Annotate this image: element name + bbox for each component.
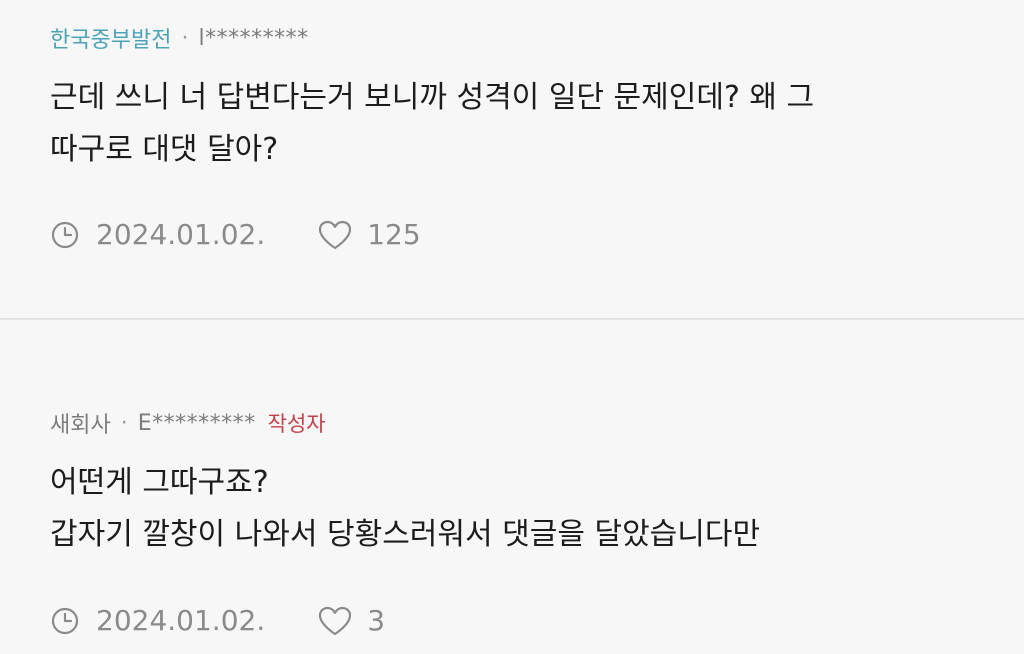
- company-name[interactable]: 한국중부발전: [50, 22, 171, 54]
- comment-footer: 2024.01.02. 3: [50, 604, 385, 637]
- comment-date: 2024.01.02.: [96, 218, 266, 251]
- meta-separator: ·: [120, 410, 128, 436]
- comment-footer: 2024.01.02. 125: [50, 218, 421, 251]
- comment: 한국중부발전 · l********* 근데 쓰니 너 답변다는거 보니까 성격…: [0, 0, 1024, 318]
- clock-icon: [50, 220, 80, 250]
- meta-separator: ·: [181, 25, 189, 51]
- comment-list: 한국중부발전 · l********* 근데 쓰니 너 답변다는거 보니까 성격…: [0, 0, 1024, 654]
- like-count: 125: [367, 218, 421, 251]
- company-name[interactable]: 새회사: [50, 407, 111, 439]
- like-count: 3: [367, 604, 386, 637]
- comment-meta: 한국중부발전 · l*********: [50, 22, 309, 54]
- comment-text: 근데 쓰니 너 답변다는거 보니까 성격이 일단 문제인데? 왜 그 따구로 대…: [50, 80, 815, 167]
- comment-text: 어떤게 그따구죠? 갑자기 깔창이 나와서 당황스러워서 댓글을 달았습니다만: [50, 465, 761, 552]
- heart-icon[interactable]: [317, 219, 353, 251]
- comment-meta: 새회사 · E********* 작성자: [50, 407, 326, 439]
- clock-icon: [50, 606, 80, 636]
- comment-date: 2024.01.02.: [96, 604, 266, 637]
- writer-badge: 작성자: [267, 412, 326, 436]
- author-name: l*********: [198, 25, 309, 51]
- comment: 새회사 · E********* 작성자 어떤게 그따구죠? 갑자기 깔창이 나…: [0, 320, 1024, 654]
- heart-icon[interactable]: [317, 605, 353, 637]
- author-name: E*********: [137, 410, 256, 436]
